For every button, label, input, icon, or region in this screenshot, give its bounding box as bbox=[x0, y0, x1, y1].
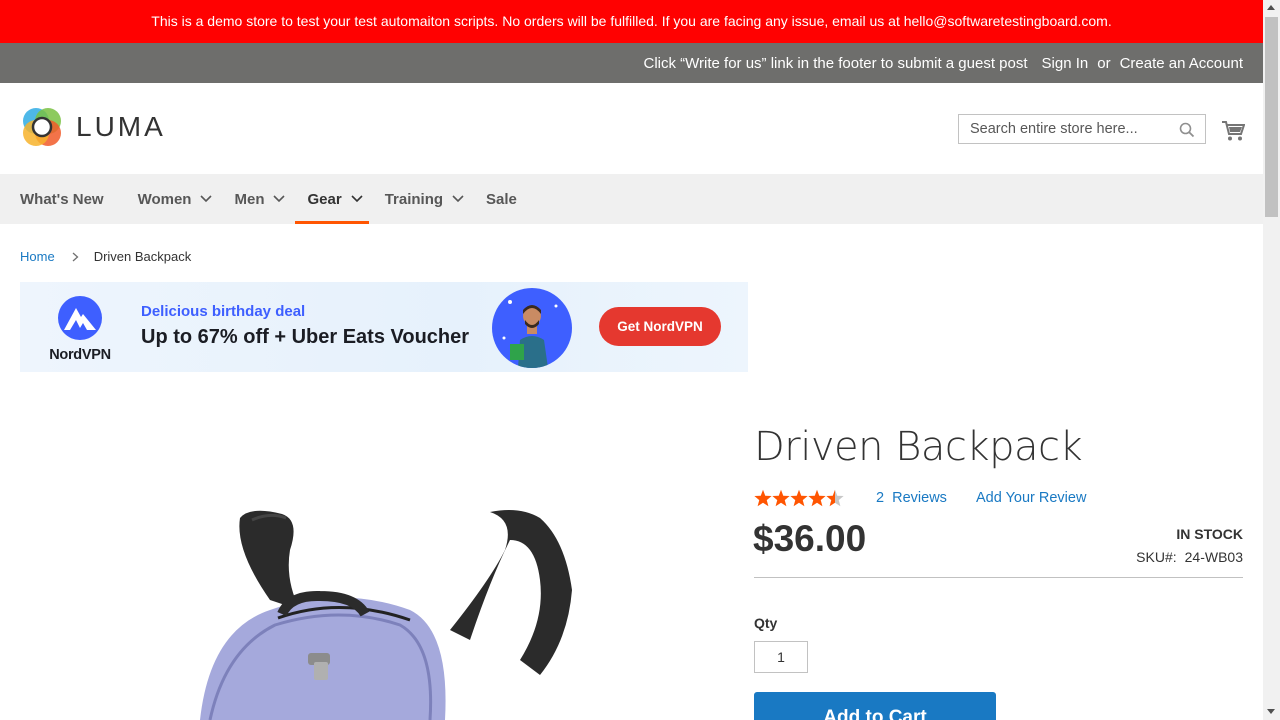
main-navigation: What's New Women Men Gear Training Sale bbox=[0, 174, 1263, 224]
reviews-count: 2 bbox=[876, 490, 885, 506]
add-review-link[interactable]: Add Your Review bbox=[976, 490, 1086, 506]
breadcrumb-current: Driven Backpack bbox=[93, 249, 192, 264]
qty-label: Qty bbox=[754, 615, 778, 631]
demo-notice-text: This is a demo store to test your test a… bbox=[151, 13, 1112, 29]
person-illustration bbox=[502, 300, 558, 368]
get-nordvpn-button[interactable]: Get NordVPN bbox=[599, 307, 721, 346]
nav-item-label: Gear bbox=[307, 190, 342, 208]
nordvpn-brand-name: NordVPN bbox=[49, 347, 111, 363]
sign-in-link[interactable]: Sign In bbox=[1042, 55, 1089, 72]
chevron-down-icon bbox=[273, 195, 286, 203]
nav-item-label: What's New bbox=[20, 190, 104, 208]
search-box bbox=[958, 114, 1206, 144]
product-info-divider bbox=[754, 577, 1243, 578]
breadcrumb: Home Driven Backpack bbox=[20, 249, 191, 264]
page-scrollbar[interactable] bbox=[1263, 0, 1280, 720]
breadcrumb-home-link[interactable]: Home bbox=[20, 249, 55, 264]
add-to-cart-button[interactable]: Add to Cart bbox=[754, 692, 996, 720]
chevron-down-icon bbox=[200, 195, 213, 203]
scroll-down-arrow-icon[interactable] bbox=[1267, 709, 1275, 714]
chevron-right-icon bbox=[72, 252, 79, 261]
product-sku: SKU#: 24-WB03 bbox=[1136, 549, 1243, 565]
demo-notice-banner: This is a demo store to test your test a… bbox=[0, 0, 1263, 43]
or-separator: or bbox=[1097, 54, 1111, 72]
logo-link[interactable]: LUMA bbox=[20, 105, 166, 149]
star-icon bbox=[790, 489, 808, 507]
star-icon bbox=[772, 489, 790, 507]
nav-item-label: Sale bbox=[486, 190, 517, 208]
site-header: LUMA bbox=[0, 83, 1263, 174]
top-header-bar: Click “Write for us” link in the footer … bbox=[0, 43, 1263, 83]
star-half-icon bbox=[826, 489, 844, 507]
nav-item-gear[interactable]: Gear bbox=[295, 174, 369, 224]
nav-item-label: Women bbox=[137, 190, 192, 208]
cart-icon[interactable] bbox=[1221, 120, 1245, 142]
product-image-gallery[interactable] bbox=[20, 400, 720, 720]
nav-item-women[interactable]: Women bbox=[138, 174, 213, 224]
nav-item-whats-new[interactable]: What's New bbox=[20, 174, 104, 224]
ad-person-image bbox=[492, 288, 572, 368]
reviews-label: Reviews bbox=[892, 490, 947, 506]
nordvpn-logo-icon bbox=[58, 296, 102, 340]
chevron-down-icon bbox=[351, 195, 363, 203]
search-input[interactable] bbox=[968, 120, 1177, 138]
create-account-link[interactable]: Create an Account bbox=[1120, 55, 1243, 72]
sku-label: SKU#: bbox=[1136, 549, 1177, 565]
nav-item-label: Training bbox=[384, 190, 444, 208]
reviews-link[interactable]: 2 Reviews bbox=[876, 490, 947, 506]
product-title: Driven Backpack bbox=[754, 424, 1083, 470]
chevron-down-icon bbox=[452, 195, 464, 203]
nav-item-label: Men bbox=[234, 190, 265, 208]
backpack-product-image bbox=[200, 510, 572, 720]
stock-status: In stock bbox=[1176, 526, 1243, 542]
nordvpn-brand: NordVPN bbox=[42, 296, 118, 363]
sku-value: 24-WB03 bbox=[1184, 549, 1243, 565]
luma-logo-icon bbox=[23, 108, 61, 146]
logo-text: LUMA bbox=[76, 111, 166, 142]
scroll-up-arrow-icon[interactable] bbox=[1267, 5, 1275, 10]
guest-post-notice: Click “Write for us” link in the footer … bbox=[643, 54, 1028, 72]
star-icon bbox=[808, 489, 826, 507]
nav-item-men[interactable]: Men bbox=[234, 174, 286, 224]
qty-input[interactable] bbox=[754, 641, 808, 673]
nav-item-sale[interactable]: Sale bbox=[486, 174, 517, 224]
rating-stars bbox=[754, 489, 844, 507]
nordvpn-ad-banner[interactable]: NordVPN Delicious birthday deal Up to 67… bbox=[20, 282, 748, 372]
star-icon bbox=[754, 489, 772, 507]
page: This is a demo store to test your test a… bbox=[0, 0, 1263, 720]
search-icon[interactable] bbox=[1179, 122, 1195, 138]
nav-item-training[interactable]: Training bbox=[385, 174, 464, 224]
ad-offer: Up to 67% off + Uber Eats Voucher bbox=[141, 326, 470, 348]
product-price: $36.00 bbox=[753, 518, 867, 559]
scrollbar-thumb[interactable] bbox=[1265, 17, 1278, 217]
ad-headline: Delicious birthday deal bbox=[141, 303, 306, 320]
